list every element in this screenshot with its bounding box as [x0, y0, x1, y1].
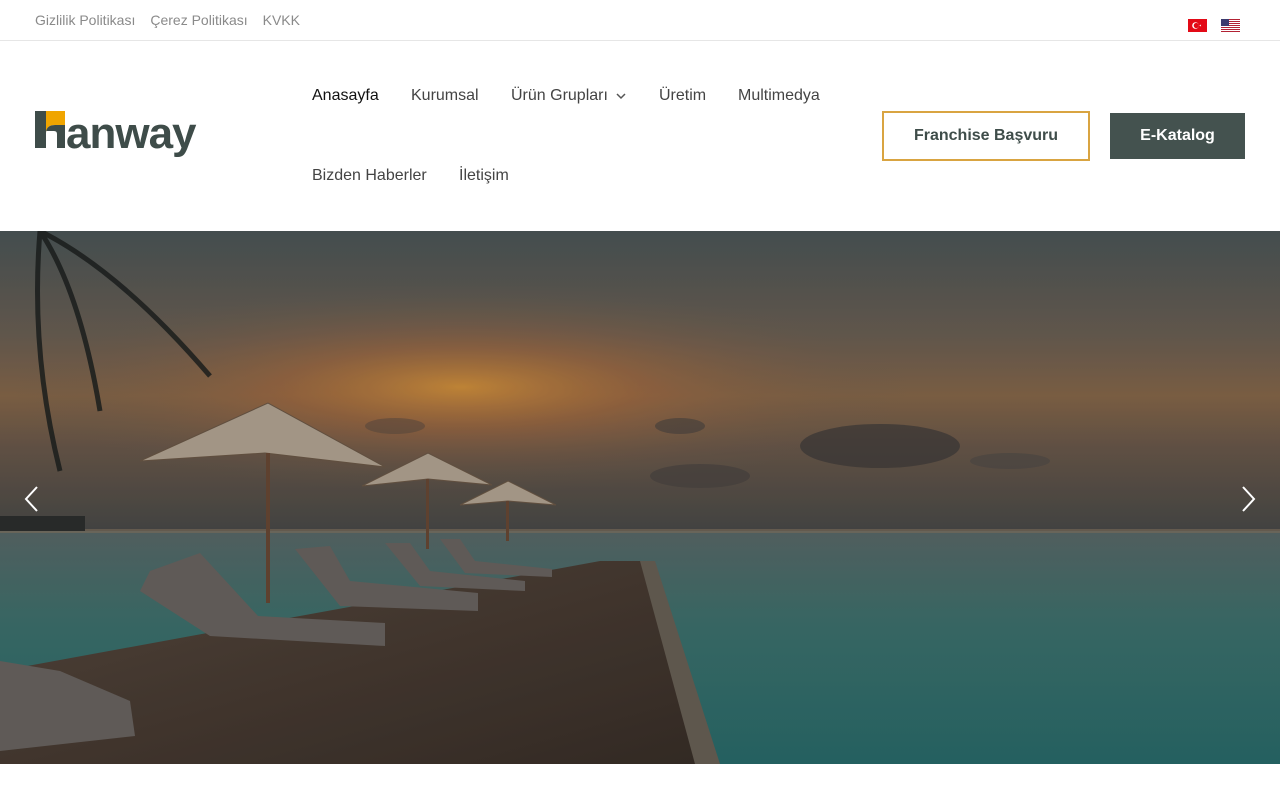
nav-label: İletişim — [459, 167, 509, 184]
nav-label: Anasayfa — [312, 87, 379, 104]
top-utility-bar: Gizlilik Politikası Çerez Politikası KVK… — [0, 0, 1280, 41]
nav-item-kurumsal[interactable]: Kurumsal — [411, 86, 479, 106]
e-catalog-button[interactable]: E-Katalog — [1110, 113, 1245, 159]
cookie-policy-link[interactable]: Çerez Politikası — [150, 12, 247, 29]
nav-item-multimedya[interactable]: Multimedya — [738, 86, 820, 106]
nav-item-uretim[interactable]: Üretim — [659, 86, 706, 106]
hero-slider — [0, 231, 1280, 764]
privacy-policy-link[interactable]: Gizlilik Politikası — [35, 12, 135, 29]
nav-item-urun-gruplari[interactable]: Ürün Grupları — [511, 86, 626, 106]
site-header: anway Anasayfa Kurumsal Ürün Grupları Ür… — [0, 41, 1280, 231]
nav-label: Kurumsal — [411, 87, 479, 104]
nav-item-anasayfa[interactable]: Anasayfa — [312, 86, 379, 106]
us-flag-icon[interactable] — [1221, 19, 1240, 32]
franchise-application-button[interactable]: Franchise Başvuru — [882, 111, 1090, 161]
chevron-down-icon — [616, 93, 626, 100]
kvkk-link[interactable]: KVKK — [263, 12, 300, 29]
svg-text:anway: anway — [66, 109, 197, 158]
turkish-flag-icon[interactable] — [1188, 19, 1207, 32]
nav-label: Bizden Haberler — [312, 167, 427, 184]
language-switcher — [1188, 19, 1240, 32]
chevron-left-icon[interactable] — [20, 484, 44, 514]
hanway-logo[interactable]: anway — [35, 109, 235, 161]
chevron-right-icon[interactable] — [1236, 484, 1260, 514]
nav-item-bizden-haberler[interactable]: Bizden Haberler — [312, 166, 427, 186]
hero-image — [0, 231, 1280, 764]
nav-item-iletisim[interactable]: İletişim — [459, 166, 509, 186]
nav-label: Üretim — [659, 87, 707, 104]
legal-links: Gizlilik Politikası Çerez Politikası KVK… — [35, 12, 300, 29]
nav-label: Multimedya — [738, 87, 820, 104]
nav-label: Ürün Grupları — [511, 87, 608, 104]
